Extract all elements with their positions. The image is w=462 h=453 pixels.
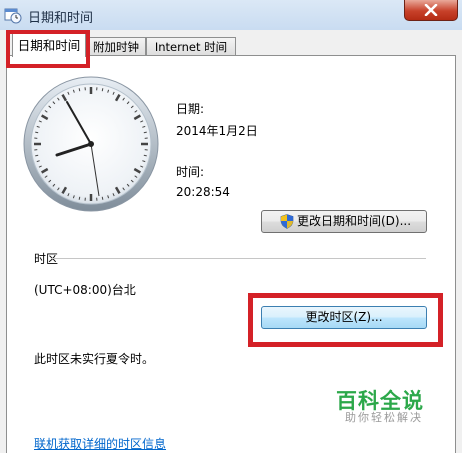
- date-label: 日期:: [176, 102, 205, 116]
- tab-highlight-box: [6, 30, 90, 68]
- clock-tick: [78, 88, 81, 92]
- analog-clock: [23, 76, 159, 212]
- timezone-info-link[interactable]: 联机获取详细的时区信息: [34, 435, 166, 452]
- clock-tick: [101, 88, 104, 92]
- date-value: 2014年1月2日: [176, 124, 258, 138]
- tab-additional-clocks[interactable]: 附加时钟: [86, 37, 146, 56]
- dst-note: 此时区未实行夏令时。: [34, 352, 155, 366]
- clock-tick: [35, 131, 39, 134]
- clock-tick: [101, 196, 104, 200]
- timezone-value: (UTC+08:00)台北: [34, 283, 136, 297]
- button-highlight-box: [248, 293, 443, 347]
- shield-icon: [280, 214, 294, 229]
- calendar-clock-icon: [4, 6, 22, 24]
- tab-internet-time[interactable]: Internet 时间: [146, 37, 236, 56]
- clock-tick: [35, 154, 39, 157]
- change-date-time-label: 更改日期和时间(D)...: [297, 214, 412, 228]
- clock-tick: [143, 154, 147, 157]
- time-label: 时间:: [176, 165, 205, 179]
- title-bar: 日期和时间: [0, 0, 462, 30]
- time-value: 20:28:54: [176, 185, 230, 199]
- close-icon: [424, 4, 438, 16]
- close-button[interactable]: [404, 0, 458, 21]
- clock-tick: [143, 131, 147, 134]
- clock-tick: [78, 196, 81, 200]
- change-date-time-button[interactable]: 更改日期和时间(D)...: [261, 210, 427, 233]
- timezone-divider: [52, 258, 426, 259]
- watermark-subtitle: 助你轻松解决: [345, 411, 423, 424]
- window-title: 日期和时间: [28, 11, 94, 26]
